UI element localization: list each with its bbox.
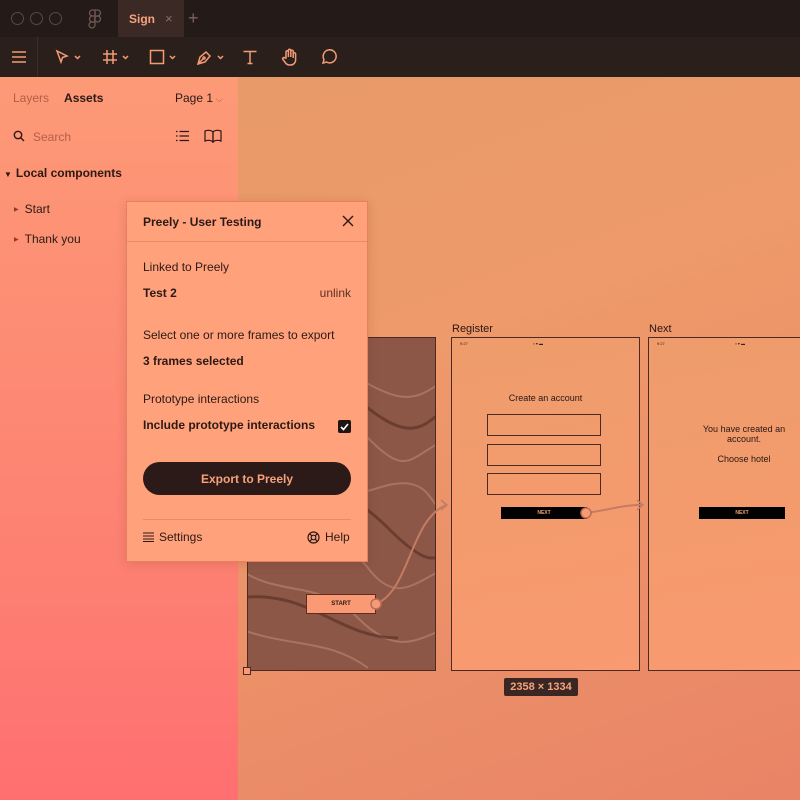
export-to-preely-button[interactable]: Export to Preely [143, 462, 351, 495]
settings-button[interactable]: Settings [143, 530, 202, 544]
prototype-label: Prototype interactions [143, 392, 260, 406]
prototype-connectors [370, 499, 645, 610]
start-to-register-connector [375, 504, 447, 605]
dimensions-badge: 2358 × 1334 [504, 678, 578, 696]
register-connector-dot [580, 507, 592, 519]
settings-label: Settings [159, 530, 203, 544]
start-connector-dot [370, 598, 382, 610]
help-button[interactable]: Help [307, 530, 350, 544]
dialog-title: Preely - User Testing [143, 215, 262, 229]
register-to-next-connector [585, 504, 643, 514]
preely-plugin-dialog: Preely - User Testing Linked to Preely T… [126, 201, 368, 562]
test-name: Test 2 [143, 286, 177, 300]
include-prototype-checkbox[interactable] [338, 420, 351, 433]
frames-selected: 3 frames selected [143, 354, 244, 368]
linked-label: Linked to Preely [143, 260, 230, 274]
dialog-header: Preely - User Testing [127, 202, 367, 242]
include-prototype-label: Include prototype interactions [143, 418, 316, 432]
unlink-link[interactable]: unlink [320, 286, 351, 300]
close-icon[interactable] [341, 214, 355, 228]
checkmark-icon [340, 422, 349, 431]
divider [143, 519, 351, 520]
frames-prompt: Select one or more frames to export [143, 328, 335, 342]
selection-handle[interactable] [243, 667, 251, 675]
help-label: Help [325, 530, 350, 544]
help-lifebuoy-icon [307, 530, 320, 544]
settings-list-icon [143, 532, 154, 542]
